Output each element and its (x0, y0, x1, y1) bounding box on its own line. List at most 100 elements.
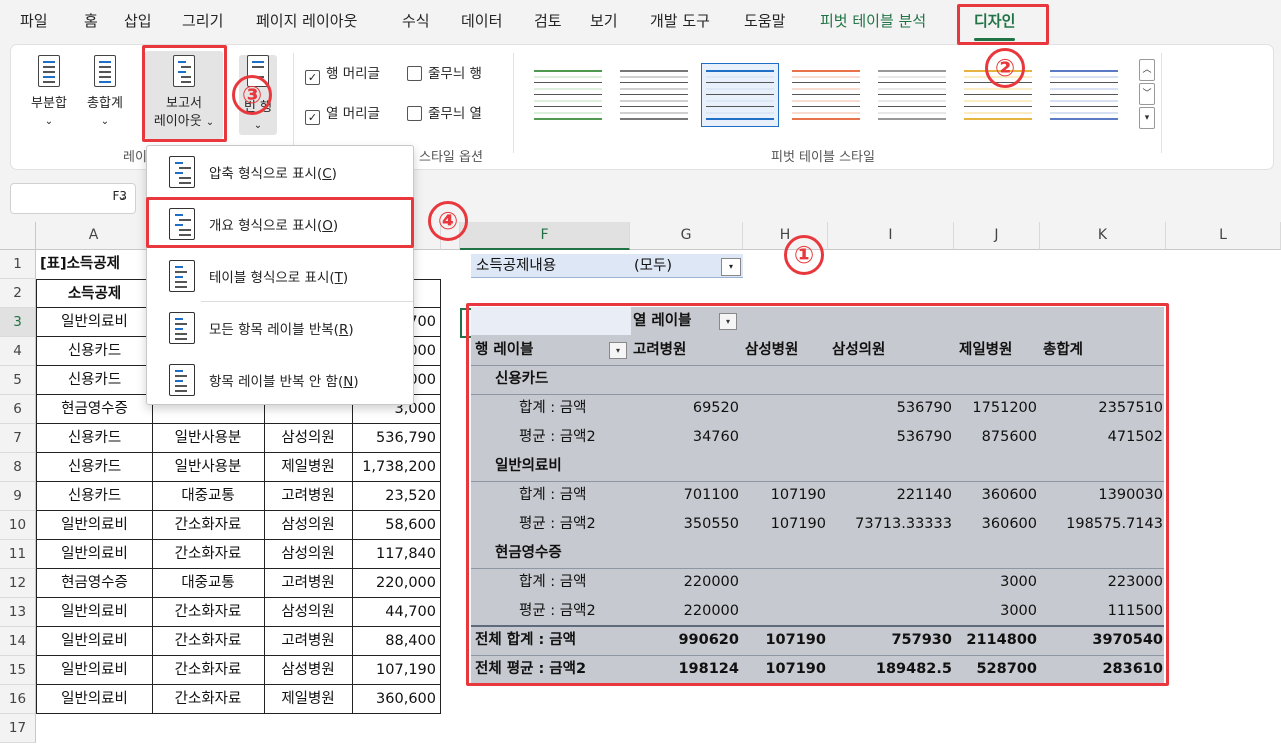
row-header-11[interactable]: 11 (0, 540, 36, 569)
cell-a-row[interactable]: 일반의료비 (36, 511, 153, 540)
cell-a-row[interactable]: 신용카드 (36, 482, 153, 511)
cell-b-row[interactable]: 간소화자료 (152, 685, 265, 714)
column-header-L[interactable]: L (1166, 222, 1281, 250)
gallery-more-button[interactable]: ▾ (1139, 107, 1155, 129)
tab-4[interactable]: 그리기 (182, 11, 223, 31)
pivot-filter-label[interactable]: 소득공제내용 (476, 252, 556, 281)
cell-d-row[interactable]: 220,000 (352, 569, 441, 598)
column-header-J[interactable]: J (954, 222, 1040, 250)
tab-2[interactable]: 홈 (84, 11, 98, 31)
row-header-5[interactable]: 5 (0, 366, 36, 395)
row-header-10[interactable]: 10 (0, 511, 36, 540)
pivot-style-thumb-7[interactable] (1045, 63, 1123, 127)
cell-b-row[interactable]: 대중교통 (152, 482, 265, 511)
tab-9[interactable]: 보기 (590, 11, 618, 31)
cell-d-row[interactable]: 44,700 (352, 598, 441, 627)
cell-a2-header[interactable]: 소득공제 (36, 279, 153, 308)
row-header-16[interactable]: 16 (0, 685, 36, 714)
banded-columns-checkbox[interactable]: 줄무늬 열 (407, 105, 482, 123)
row-header-13[interactable]: 13 (0, 598, 36, 627)
cell-a-row[interactable]: 현금영수증 (36, 395, 153, 424)
cell-a-row[interactable]: 신용카드 (36, 337, 153, 366)
cell-c-row[interactable]: 고려병원 (264, 482, 353, 511)
cell-c-row[interactable]: 고려병원 (264, 569, 353, 598)
cell-a-row[interactable]: 일반의료비 (36, 598, 153, 627)
cell-a-row[interactable]: 일반의료비 (36, 540, 153, 569)
tab-7[interactable]: 데이터 (461, 11, 502, 31)
report-layout-option-5[interactable]: 항목 레이블 반복 안 함(N) (147, 354, 413, 406)
subtotals-button[interactable]: 부분합 ⌄ (25, 55, 73, 135)
pivot-style-thumb-5[interactable] (873, 63, 951, 127)
name-box[interactable]: F3 ⌄ (10, 183, 136, 214)
cell-a-row[interactable]: 신용카드 (36, 453, 153, 482)
cell-d-row[interactable]: 1,738,200 (352, 453, 441, 482)
pivot-style-thumb-3[interactable] (701, 63, 779, 127)
tab-6[interactable]: 수식 (402, 11, 430, 31)
tab-1[interactable]: 파일 (20, 11, 48, 31)
cell-c-row[interactable]: 제일병원 (264, 453, 353, 482)
cell-b-row[interactable]: 간소화자료 (152, 627, 265, 656)
row-header-3[interactable]: 3 (0, 308, 36, 337)
cell-d-row[interactable]: 117,840 (352, 540, 441, 569)
cell-d-row[interactable]: 88,400 (352, 627, 441, 656)
row-header-2[interactable]: 2 (0, 279, 36, 308)
cell-b-row[interactable]: 일반사용분 (152, 453, 265, 482)
pivot-style-thumb-4[interactable] (787, 63, 865, 127)
report-layout-option-3[interactable]: 테이블 형식으로 표시(T) (147, 250, 413, 302)
row-header-7[interactable]: 7 (0, 424, 36, 453)
column-header-F[interactable]: F (460, 222, 630, 250)
grand-totals-button[interactable]: 총합계 ⌄ (81, 55, 129, 135)
cell-a1-title[interactable]: [표]소득공제 (40, 250, 120, 279)
cell-a-row[interactable]: 일반의료비 (36, 308, 153, 337)
cell-d-row[interactable]: 360,600 (352, 685, 441, 714)
cell-b-row[interactable]: 간소화자료 (152, 511, 265, 540)
cell-b-row[interactable]: 간소화자료 (152, 598, 265, 627)
cell-a-row[interactable]: 일반의료비 (36, 627, 153, 656)
row-header-6[interactable]: 6 (0, 395, 36, 424)
row-header-15[interactable]: 15 (0, 656, 36, 685)
gallery-scroll-down-button[interactable]: ﹀ (1139, 83, 1155, 105)
cell-d-row[interactable]: 536,790 (352, 424, 441, 453)
cell-c-row[interactable]: 삼성의원 (264, 598, 353, 627)
pivot-filter-value[interactable]: (모두) (634, 252, 672, 281)
filter-dropdown-button[interactable]: ▾ (721, 258, 741, 276)
cell-b-row[interactable]: 간소화자료 (152, 540, 265, 569)
pivot-style-thumb-2[interactable] (615, 63, 693, 127)
tab-11[interactable]: 도움말 (744, 11, 785, 31)
cell-c-row[interactable]: 삼성병원 (264, 656, 353, 685)
cell-a-row[interactable]: 일반의료비 (36, 656, 153, 685)
column-header-A[interactable]: A (36, 222, 152, 250)
row-header-17[interactable]: 17 (0, 714, 36, 743)
gallery-scroll-up-button[interactable]: ︿ (1139, 59, 1155, 81)
column-header-K[interactable]: K (1040, 222, 1166, 250)
row-header-9[interactable]: 9 (0, 482, 36, 511)
tab-8[interactable]: 검토 (534, 11, 562, 31)
row-header-8[interactable]: 8 (0, 453, 36, 482)
cell-c-row[interactable]: 고려병원 (264, 627, 353, 656)
tab-10[interactable]: 개발 도구 (650, 11, 710, 31)
cell-d-row[interactable]: 107,190 (352, 656, 441, 685)
row-header-1[interactable]: 1 (0, 250, 36, 279)
tab-5[interactable]: 페이지 레이아웃 (256, 11, 357, 31)
cell-b-row[interactable]: 간소화자료 (152, 656, 265, 685)
cell-c-row[interactable]: 삼성의원 (264, 424, 353, 453)
report-layout-option-4[interactable]: 모든 항목 레이블 반복(R) (147, 302, 413, 354)
tab-3[interactable]: 삽입 (124, 11, 152, 31)
cell-d-row[interactable]: 23,520 (352, 482, 441, 511)
row-header-12[interactable]: 12 (0, 569, 36, 598)
cell-b-row[interactable]: 대중교통 (152, 569, 265, 598)
cell-c-row[interactable]: 삼성의원 (264, 540, 353, 569)
column-header-G[interactable]: G (630, 222, 743, 250)
tab-12[interactable]: 피벗 테이블 분석 (820, 11, 926, 31)
cell-a-row[interactable]: 현금영수증 (36, 569, 153, 598)
row-header-14[interactable]: 14 (0, 627, 36, 656)
cell-a-row[interactable]: 일반의료비 (36, 685, 153, 714)
select-all-corner[interactable] (0, 222, 36, 250)
row-header-4[interactable]: 4 (0, 337, 36, 366)
cell-c-row[interactable]: 제일병원 (264, 685, 353, 714)
column-headers-checkbox[interactable]: ✓ 열 머리글 (305, 105, 380, 125)
cell-c-row[interactable]: 삼성의원 (264, 511, 353, 540)
cell-d-row[interactable]: 58,600 (352, 511, 441, 540)
cell-b-row[interactable]: 일반사용분 (152, 424, 265, 453)
pivot-style-thumb-1[interactable] (529, 63, 607, 127)
